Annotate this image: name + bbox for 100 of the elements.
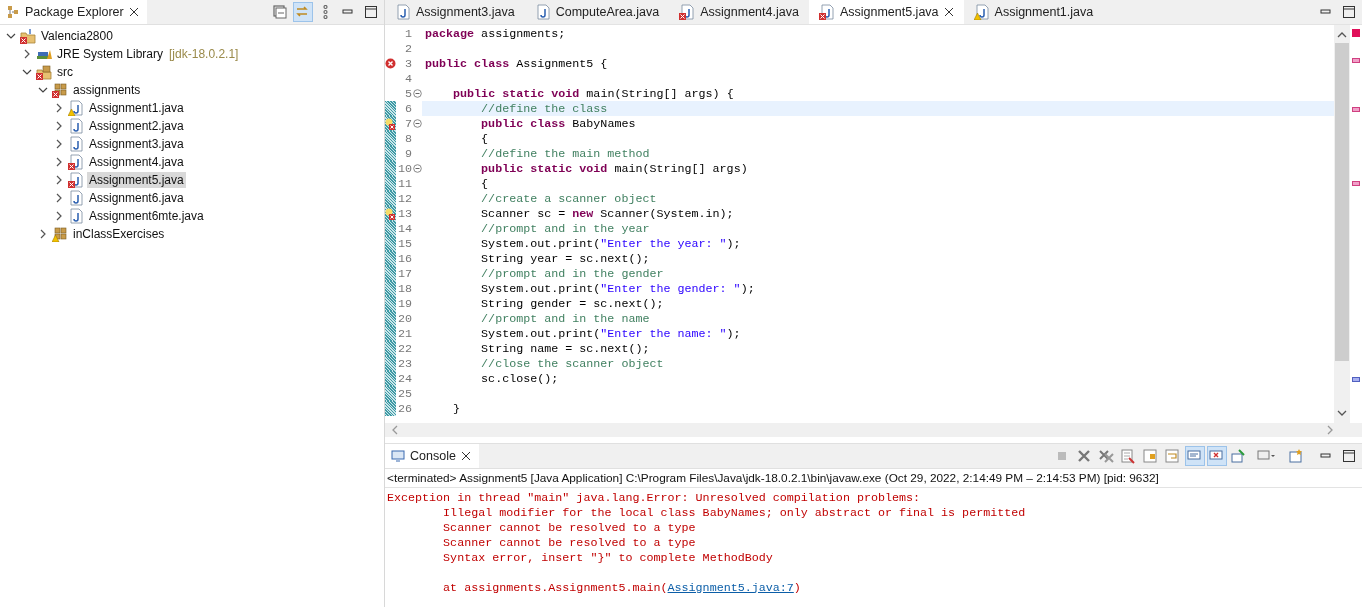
tree-item[interactable]: JRE System Library <box>55 46 166 62</box>
scroll-lock-icon <box>1142 448 1160 464</box>
occurrence-marker-icon <box>1352 377 1360 382</box>
code-line: System.out.print("Enter the year: "); <box>480 236 741 251</box>
error-square-icon <box>1352 29 1360 37</box>
view-tab[interactable]: Console <box>385 444 479 468</box>
tree-item[interactable]: Assignment4.java <box>87 154 186 170</box>
line-number: 17 <box>396 266 412 281</box>
scrollbar-thumb[interactable] <box>1335 43 1349 361</box>
remove-all-icon <box>1098 448 1116 464</box>
scroll-right-icon <box>1326 425 1334 435</box>
line-number: 19 <box>396 296 412 311</box>
line-number: 7 <box>404 116 412 131</box>
code-line: { <box>480 131 489 146</box>
line-number: 2 <box>404 41 412 56</box>
code-line: package assignments; <box>424 26 566 41</box>
view-tab[interactable]: Package Explorer <box>0 0 147 24</box>
editor-tab[interactable]: Assignment1.java <box>963 0 1104 24</box>
word-wrap-icon <box>1164 448 1182 464</box>
code-line: //close the scanner object <box>480 356 664 371</box>
tree-item[interactable]: Assignment6.java <box>87 190 186 206</box>
error-output: Scanner cannot be resolved to a type <box>442 520 696 535</box>
line-number: 10 <box>396 161 412 176</box>
tree-item[interactable]: inClassExercises <box>71 226 167 242</box>
scroll-up-icon <box>1337 31 1347 39</box>
editor-tab[interactable]: Assignment5.java <box>808 0 964 24</box>
collapse-icon[interactable] <box>412 89 422 98</box>
line-number: 18 <box>396 281 412 296</box>
code-line: public static void main(String[] args) <box>480 161 748 176</box>
line-number: 26 <box>396 401 412 416</box>
code-line: { <box>480 176 489 191</box>
code-line: //create a scanner object <box>480 191 657 206</box>
line-number: 21 <box>396 326 412 341</box>
error-output: Illegal modifier for the local class BabyNames; only abstract or final is permitted <box>442 505 1026 520</box>
editor-tab[interactable]: ComputeArea.java <box>524 0 670 24</box>
tree-item[interactable]: Valencia2800 <box>39 28 115 44</box>
toolbar-button[interactable] <box>1207 446 1227 466</box>
line-number: 5 <box>404 86 412 101</box>
code-line: String year = sc.next(); <box>480 251 650 266</box>
line-number: 16 <box>396 251 412 266</box>
source-link[interactable]: Assignment5.java:7 <box>667 580 794 595</box>
error-output: Syntax error, insert "}" to complete MethodBody <box>442 550 773 565</box>
tree-item[interactable]: Assignment3.java <box>87 136 186 152</box>
code-line: System.out.print("Enter the gender: "); <box>480 281 755 296</box>
line-number: 24 <box>396 371 412 386</box>
collapse-icon[interactable] <box>412 119 422 128</box>
line-number: 9 <box>404 146 412 161</box>
collapse-icon[interactable] <box>412 164 422 173</box>
error-marker-icon <box>1352 107 1360 112</box>
code-line: public class BabyNames <box>480 116 636 131</box>
code-line: Scanner sc = new Scanner(System.in); <box>480 206 734 221</box>
maximize-icon <box>364 5 378 19</box>
line-number: 6 <box>404 101 412 116</box>
package-icon <box>6 5 20 19</box>
tree-item[interactable]: src <box>55 64 75 80</box>
code-line: public class Assignment5 { <box>424 56 608 71</box>
stack-trace-line: at assignments.Assignment5.main(Assignment5.java:7) <box>442 580 801 595</box>
error-output: Scanner cannot be resolved to a type <box>442 535 696 550</box>
editor-tab[interactable]: Assignment3.java <box>385 0 525 24</box>
line-number: 14 <box>396 221 412 236</box>
monitor-icon <box>391 449 405 463</box>
maximize-icon <box>1342 5 1356 19</box>
code-line: System.out.print("Enter the name: "); <box>480 326 741 341</box>
code-line: public static void main(String[] args) { <box>452 86 734 101</box>
line-number: 20 <box>396 311 412 326</box>
tree-item[interactable]: Assignment2.java <box>87 118 186 134</box>
line-number: 11 <box>396 176 412 191</box>
code-line: //define the main method <box>480 146 650 161</box>
code-line: String name = sc.next(); <box>480 341 650 356</box>
code-line: } <box>452 401 461 416</box>
line-number: 23 <box>396 356 412 371</box>
scroll-left-icon <box>391 425 399 435</box>
line-number: 8 <box>404 131 412 146</box>
collapse-all-icon <box>272 4 290 20</box>
error-output: Exception in thread "main" java.lang.Error: Unresolved compilation problems: <box>387 490 922 505</box>
toolbar-button[interactable] <box>293 2 313 22</box>
code-line: sc.close(); <box>480 371 559 386</box>
toolbar-button[interactable] <box>1185 446 1205 466</box>
line-number: 3 <box>404 56 412 71</box>
code-line: //prompt and in the year <box>480 221 650 236</box>
line-number: 1 <box>404 26 412 41</box>
tree-item[interactable]: Assignment6mte.java <box>87 208 206 224</box>
close-icon <box>128 7 139 17</box>
code-line: //define the class <box>480 101 608 116</box>
line-number: 25 <box>396 386 412 401</box>
tree-item[interactable]: Assignment5.java <box>87 172 186 188</box>
line-number: 13 <box>396 206 412 221</box>
editor-tab[interactable]: Assignment4.java <box>669 0 809 24</box>
code-line: //prompt and in the gender <box>480 266 664 281</box>
scroll-down-icon <box>1337 409 1347 417</box>
line-number: 22 <box>396 341 412 356</box>
line-number: 12 <box>396 191 412 206</box>
line-number: 4 <box>404 71 412 86</box>
process-status: <terminated> Assignment5 [Java Application] C:\Program Files\Java\jdk-18.0.2.1\bin\javaw.exe (Oct 29, 2022, 2:14:49 PM – 2:14:53 PM) [pid: 9632] <box>387 471 1159 485</box>
tree-item[interactable]: assignments <box>71 82 143 98</box>
close-icon <box>943 7 954 17</box>
error-marker-icon <box>1352 181 1360 186</box>
library-version: [jdk-18.0.2.1] <box>169 47 239 61</box>
maximize-icon <box>1342 449 1356 463</box>
tree-item[interactable]: Assignment1.java <box>87 100 186 116</box>
